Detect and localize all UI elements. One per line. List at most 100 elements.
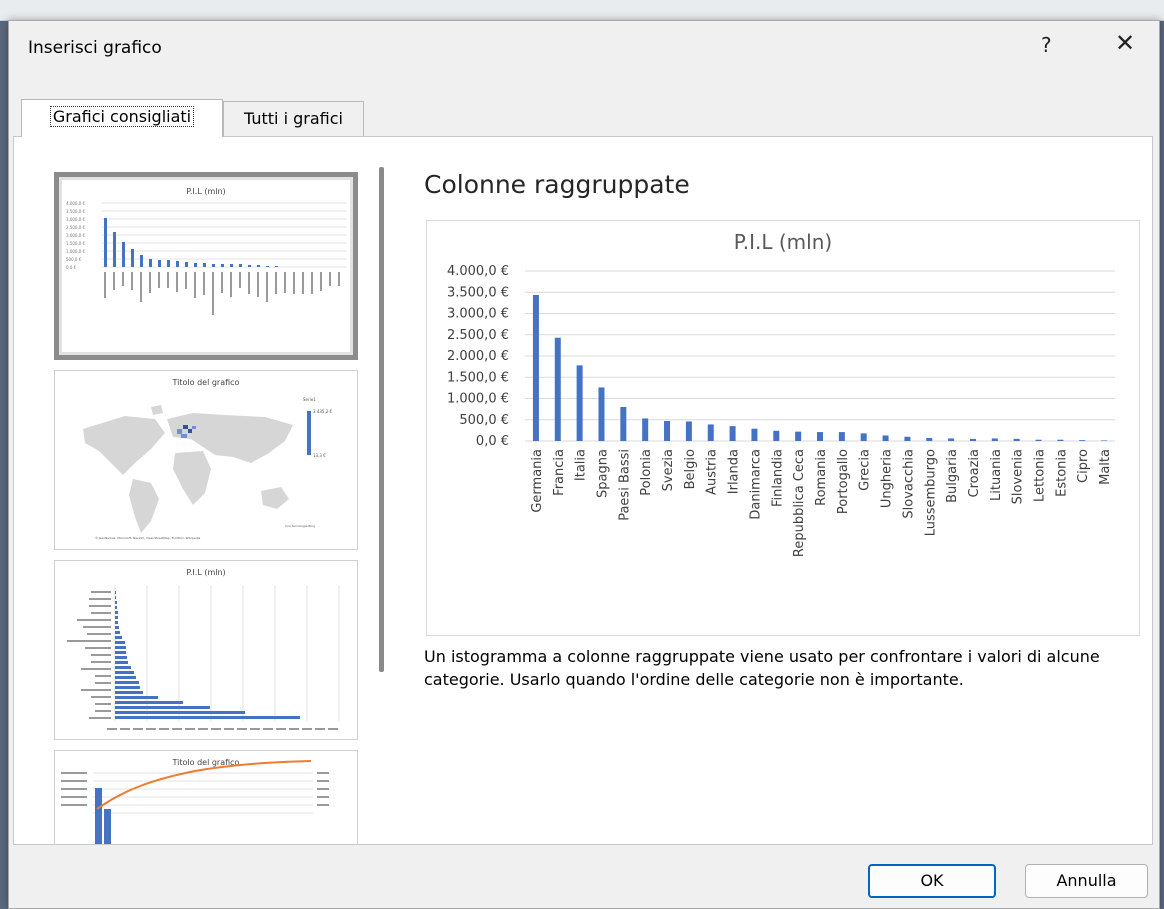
bar [1035,439,1042,441]
x-tick-label: Malta [1098,449,1113,485]
thumbnail-list[interactable]: P.I.L (mln) 4.000,0 € 3.500,0 € 3.000,0 … [22,166,399,844]
bar [991,438,998,441]
bar [817,432,823,441]
thumbnail-combo-chart [61,760,329,844]
tab-recommended-charts[interactable]: Grafici consigliati [21,99,223,137]
svg-text:500,0 €: 500,0 € [66,257,82,262]
svg-text:3.500,0 €: 3.500,0 € [66,209,86,214]
x-tick-label: Germania [530,449,545,513]
chart-preview-frame: P.I.L (mln) 0,0 € 500,0 € 1.000,0 € 1.500,0 … [426,220,1140,636]
x-tick-label: Grecia [858,449,873,491]
chart-preview-pane: Colonne raggruppate P.I.L (mln) 0,0 € 500,… [414,162,1144,842]
chart-type-title: Colonne raggruppate [424,170,690,199]
x-tick-label: Irlanda [727,449,742,494]
bar [598,387,605,441]
svg-text:1.000,0 €: 1.000,0 € [66,249,86,254]
x-tick-label: Austria [705,449,720,495]
y-tick-label: 1.000,0 € [447,392,509,407]
close-icon[interactable]: ✕ [1115,29,1135,57]
x-tick-label: Croazia [967,449,982,497]
svg-text:4.000,0 €: 4.000,0 € [66,201,86,206]
x-tick-label: Portogallo [836,449,851,514]
bar [904,436,911,441]
clustered-column-chart: P.I.L (mln) 0,0 € 500,0 € 1.000,0 € 1.500,0 … [447,230,1115,557]
thumbnail-column-chart: 4.000,0 € 3.500,0 € 3.000,0 € 2.500,0 € 2.… [66,201,347,315]
y-tick-label: 4.000,0 € [447,264,509,279]
bar [1101,440,1108,441]
background-window [0,0,1164,21]
svg-text:2.500,0 €: 2.500,0 € [66,225,86,230]
bar [685,421,692,441]
bar [838,432,845,441]
thumbnail-pareto-chart[interactable]: Titolo del grafico [54,750,358,844]
bar [532,295,539,441]
tab-all-charts-label: Tutti i grafici [244,109,343,128]
y-tick-label: 3.000,0 € [447,307,509,322]
bar [795,431,802,441]
x-tick-label: Polonia [639,449,654,496]
thumbnail-clustered-bar[interactable]: P.I.L (mln) [54,560,358,740]
x-tick-label: Finlandia [770,449,785,507]
x-tick-label: Danimarca [748,449,763,520]
y-tick-label: 2.000,0 € [447,349,509,364]
bar [1079,440,1086,441]
bar [948,438,955,441]
tab-panel: P.I.L (mln) 4.000,0 € 3.500,0 € 3.000,0 … [13,136,1153,845]
tab-all-charts[interactable]: Tutti i grafici [223,101,364,137]
x-tick-label: Lituania [989,449,1004,501]
chart-description: Un istogramma a colonne raggruppate vien… [424,647,1100,689]
x-tick-label: Slovacchia [901,449,916,519]
chart-title: P.I.L (mln) [734,230,832,254]
x-tick-label: Francia [552,449,567,496]
x-tick-label: Lussemburgo [923,449,938,536]
help-button[interactable]: ? [1041,33,1052,57]
tab-recommended-charts-label: Grafici consigliati [49,106,195,127]
x-tick-label: Slovenia [1011,449,1026,504]
x-tick-label: Bulgaria [945,449,960,503]
y-tick-label: 2.500,0 € [447,328,509,343]
y-tick-label: 0,0 € [476,434,509,449]
svg-text:2.000,0 €: 2.000,0 € [66,233,86,238]
bar [1057,439,1064,441]
map-legend-max: 3.435,2 € [313,409,333,414]
bar [707,424,714,441]
bar [773,430,780,441]
x-tick-label: Belgio [683,449,698,489]
x-tick-label: Cipro [1076,449,1091,483]
bar [729,426,736,441]
bar [576,365,583,441]
y-tick-label: 500,0 € [459,413,509,428]
x-tick-label: Repubblica Ceca [792,449,807,557]
cancel-button[interactable]: Annulla [1025,864,1148,898]
svg-text:0,0 €: 0,0 € [66,265,77,270]
ok-button[interactable]: OK [868,864,996,898]
thumbnail-map-chart[interactable]: Titolo del grafico Serie1 3.435,2 € 13,3… [54,370,358,550]
svg-text:3.000,0 €: 3.000,0 € [66,217,86,222]
bar [554,337,561,441]
y-tick-label: 3.500,0 € [447,285,509,300]
bar [1013,438,1020,441]
thumbnail-world-map: Serie1 3.435,2 € 13,3 € Con tecnologia B… [83,397,333,540]
x-tick-label: Ungheria [880,449,895,508]
thumbnail-scrollbar[interactable] [379,167,384,672]
y-tick-label: 1.500,0 € [447,370,509,385]
x-tick-label: Lettonia [1033,449,1048,502]
x-tick-label: Paesi Bassi [617,449,632,521]
x-tick-label: Svezia [661,449,676,491]
x-tick-label: Spagna [595,449,610,498]
bar [664,421,671,441]
bar [620,407,627,441]
bar [642,418,649,441]
x-tick-label: Romania [814,449,829,506]
thumbnail-clustered-column[interactable]: P.I.L (mln) 4.000,0 € 3.500,0 € 3.000,0 … [54,172,358,360]
insert-chart-dialog: Inserisci grafico ? ✕ Grafici consigliat… [8,20,1160,909]
bar [882,435,889,441]
map-legend-title: Serie1 [303,397,316,402]
svg-text:1.500,0 €: 1.500,0 € [66,241,86,246]
map-footer-attribution: © GeoNames, Microsoft, Navinfo, OpenStre… [95,536,200,540]
thumbnail-bar-chart [67,585,340,730]
bar [751,428,758,441]
bar [926,438,933,441]
dialog-title: Inserisci grafico [28,38,162,58]
bar [969,438,976,441]
